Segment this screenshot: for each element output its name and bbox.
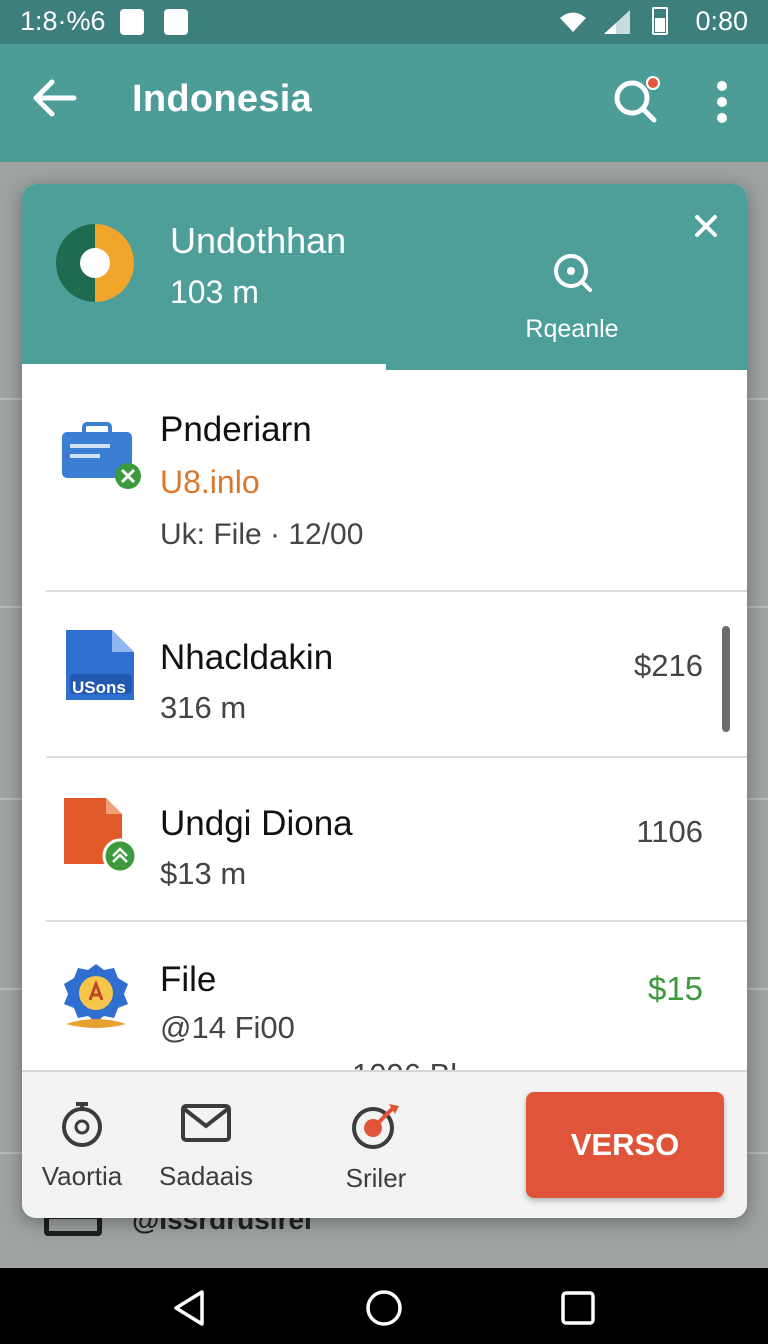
tab-label: Vaortia: [41, 1161, 123, 1191]
scrollbar[interactable]: [722, 626, 730, 732]
target-icon: [352, 1104, 399, 1149]
verso-button[interactable]: VERSO: [526, 1092, 724, 1198]
tab-vaortia[interactable]: Vaortia: [36, 1100, 128, 1192]
search-badge: [646, 76, 660, 90]
status-clock: 0:80: [695, 6, 748, 36]
list-item[interactable]: File @14 Fi00 $15 1096 Bl: [22, 922, 747, 1070]
mail-icon: [181, 1104, 231, 1142]
item-cut-text: 1096 Bl: [352, 1052, 457, 1070]
request-button[interactable]: Rqeanle: [520, 250, 624, 344]
dialog-header: Undothhan 103 m Rqeanle: [22, 184, 747, 370]
system-nav-bar: [0, 1268, 768, 1344]
search-target-icon: [554, 254, 592, 292]
page-title: Indonesia: [132, 78, 313, 120]
nav-home-icon[interactable]: [364, 1288, 404, 1328]
badge-icon: [64, 964, 128, 1028]
item-detail: $13 m: [160, 856, 247, 891]
dialog-title: Undothhan: [170, 220, 347, 261]
list-item[interactable]: USons Nhacldakin 316 m $216: [22, 592, 747, 758]
dialog-subtitle: 103 m: [170, 274, 259, 310]
item-name: Nhacldakin: [160, 638, 334, 677]
timer-icon: [62, 1102, 102, 1147]
item-amount: $216: [634, 648, 703, 683]
item-detail: 316 m: [160, 690, 247, 725]
more-vert-icon[interactable]: [712, 80, 732, 124]
back-arrow-icon[interactable]: [30, 76, 78, 120]
item-name: Undgi Diona: [160, 804, 353, 843]
notification-icon: [120, 9, 144, 35]
pie-chart-icon: [56, 224, 134, 302]
battery-icon: [652, 7, 668, 35]
search-button[interactable]: [612, 76, 660, 129]
close-icon[interactable]: [694, 214, 718, 238]
briefcase-icon: [62, 422, 141, 489]
dialog-bottom-bar: Vaortia Sadaais Sriler VERSO: [22, 1070, 747, 1218]
lock-icon: [164, 9, 188, 35]
item-meta: Uk: File · 12/00: [160, 518, 364, 551]
item-amount: 1106: [636, 814, 703, 849]
list-item[interactable]: Pnderiarn U8.inlo Uk: File · 12/00: [22, 370, 747, 592]
wifi-icon: [560, 12, 586, 32]
status-bar: 1:8·%6 0:80: [0, 0, 768, 44]
tab-label: Sriler: [345, 1163, 407, 1193]
tab-label: Sadaais: [159, 1161, 253, 1191]
item-name: Pnderiarn: [160, 410, 312, 449]
document-icon-text: USons: [72, 678, 126, 697]
list-item[interactable]: Undgi Diona $13 m 1106: [22, 758, 747, 922]
item-detail: U8.inlo: [160, 464, 260, 500]
item-detail: @14 Fi00: [160, 1010, 295, 1045]
status-time: 1:8·%6: [20, 6, 106, 36]
signal-icon: [604, 10, 630, 34]
nav-recents-icon[interactable]: [558, 1288, 598, 1328]
item-amount: $15: [647, 970, 703, 1007]
item-list: Pnderiarn U8.inlo Uk: File · 12/00 USons…: [22, 370, 747, 1070]
tab-sriler[interactable]: Sriler: [334, 1100, 418, 1194]
item-name: File: [160, 960, 217, 999]
detail-dialog: Undothhan 103 m Rqeanle Pnderiarn U8.inl…: [22, 184, 747, 1218]
nav-back-icon[interactable]: [170, 1288, 210, 1328]
app-bar: Indonesia: [0, 44, 768, 162]
file-edit-icon: [64, 798, 138, 874]
tab-sadaais[interactable]: Sadaais: [154, 1100, 258, 1192]
request-label: Rqeanle: [525, 315, 619, 343]
